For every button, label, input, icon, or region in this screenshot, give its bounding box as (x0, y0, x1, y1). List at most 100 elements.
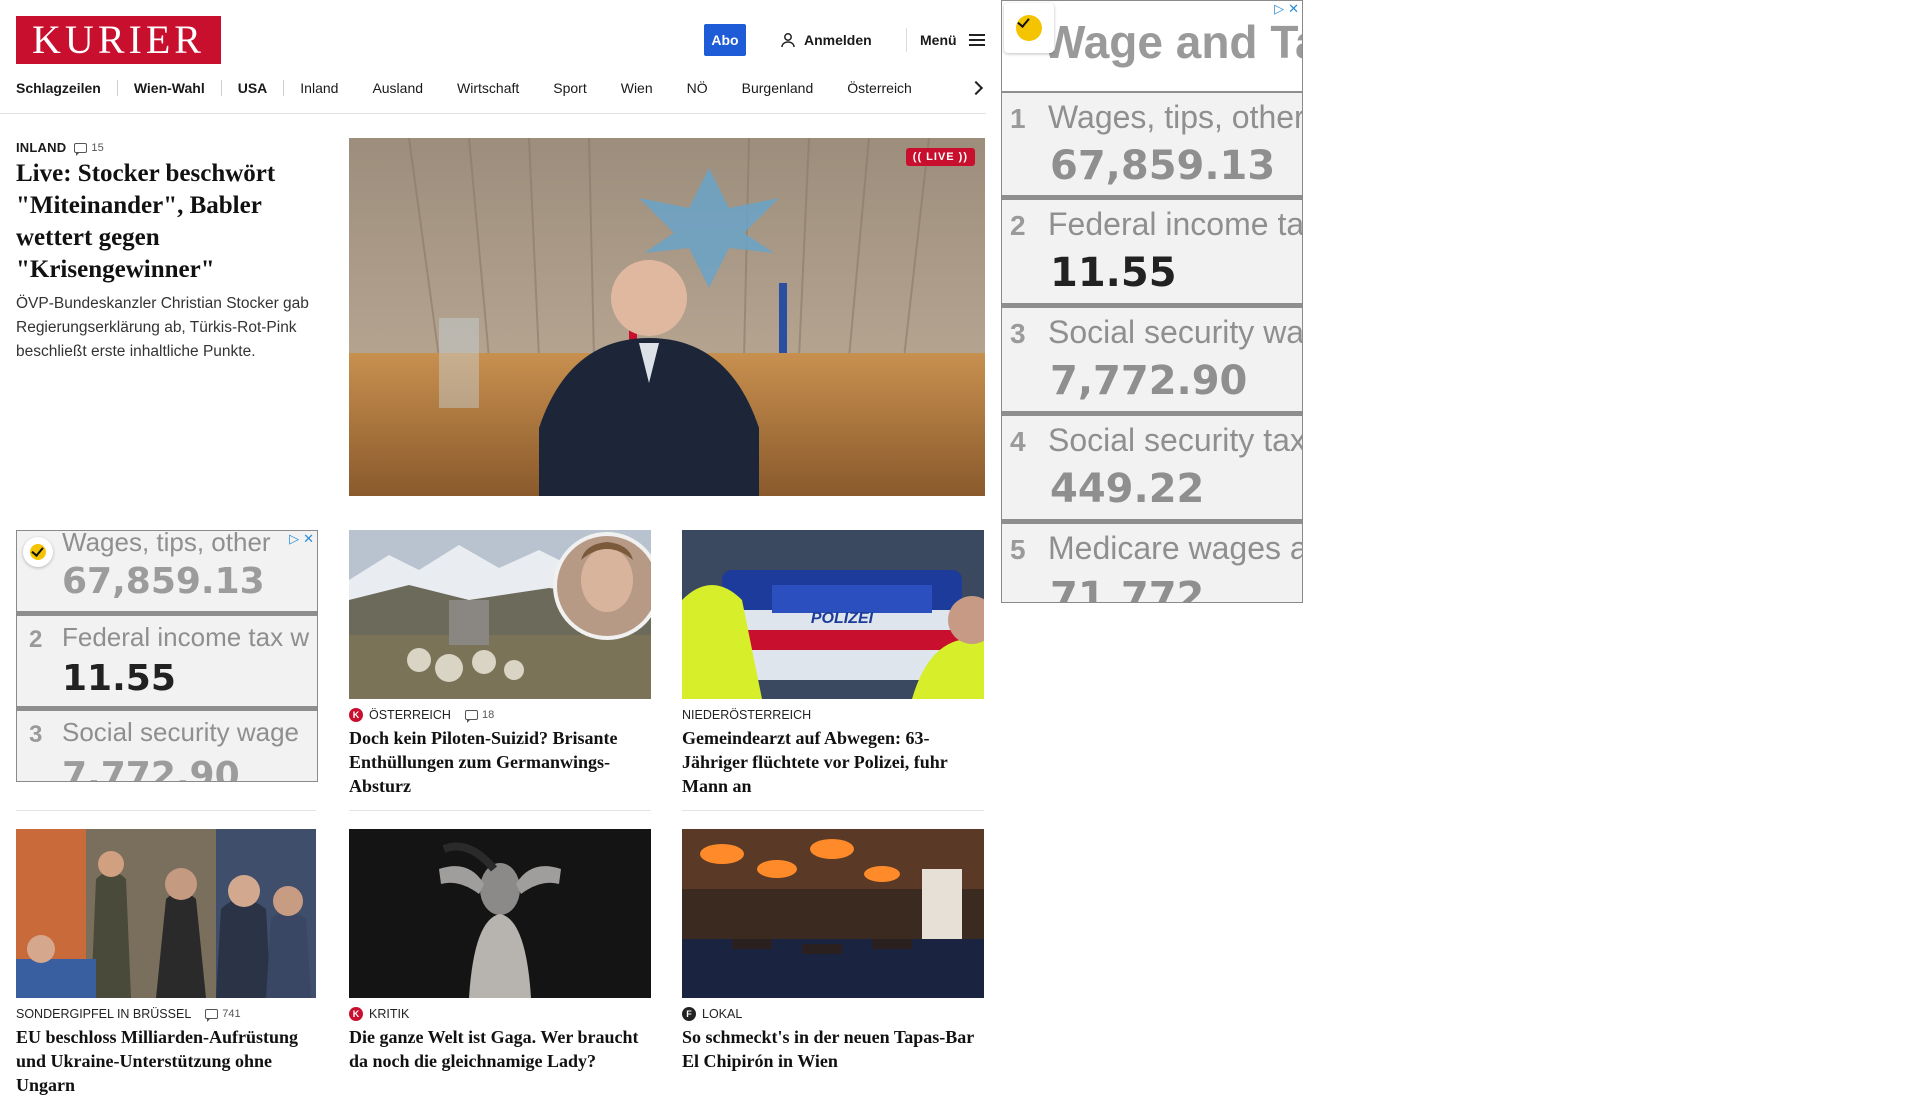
card-title[interactable]: Gemeindearzt auf Abwegen: 63-Jähriger fl… (682, 726, 984, 798)
kurier-plus-badge-icon: K (349, 1007, 363, 1021)
card-meta: K ÖSTERREICH 18 (349, 708, 494, 723)
menu-label: Menü (920, 32, 957, 48)
card-comment-count[interactable]: 741 (205, 1008, 241, 1022)
menu-button[interactable]: Menü (920, 28, 985, 52)
nav-item-inland[interactable]: Inland (300, 80, 338, 96)
nav-item-wien-wahl[interactable]: Wien-Wahl (134, 80, 205, 96)
ad-row: Wages, tips, other 67,859.13 (17, 531, 317, 616)
ad-row: 3 Social security wage 7,772.90 (17, 711, 317, 782)
ad-row: 4 Social security tax 449.22 (1002, 416, 1302, 524)
ad-row-number: 2 (29, 626, 43, 653)
ad-row-label: Federal income tax w (62, 622, 310, 652)
card-title[interactable]: So schmeckt's in der neuen Tapas-Bar El … (682, 1025, 984, 1073)
card-divider (349, 810, 651, 811)
ad-row-value: 449.22 (1050, 466, 1205, 512)
card-comment-count[interactable]: 18 (464, 709, 494, 723)
nav-item-burgenland[interactable]: Burgenland (742, 80, 814, 96)
card-image-art (349, 530, 651, 699)
card-divider (16, 810, 316, 811)
nav-scroll-right-button[interactable] (968, 78, 988, 98)
ad-row-label: Social security wage (62, 717, 299, 747)
ad-row-number: 4 (1010, 426, 1026, 457)
card-category[interactable]: ÖSTERREICH (369, 708, 451, 722)
ad-choices-play-icon[interactable]: ▷ (289, 532, 299, 545)
user-icon (781, 33, 795, 48)
police-car-lettering: POLIZEI (811, 610, 874, 627)
ad-row-number: 5 (1010, 534, 1026, 565)
ad-row-label: Medicare wages a (1048, 530, 1303, 566)
ad-row-number: 2 (1010, 210, 1026, 241)
ad-row-number: 3 (1010, 318, 1026, 349)
ad-row-value: 67,859.13 (1050, 143, 1276, 189)
ad-close-icon[interactable]: ✕ (1288, 2, 1299, 15)
header-divider (906, 28, 907, 52)
card-image-lady-gaga[interactable] (349, 829, 651, 998)
lead-comment-count[interactable]: 15 (74, 141, 104, 156)
kurier-logo[interactable]: KURIER (16, 16, 221, 64)
card-divider (682, 810, 984, 811)
live-badge: (( LIVE )) (905, 148, 975, 166)
ad-row-label: Wages, tips, other (62, 530, 271, 557)
card-image-art (349, 829, 651, 998)
nav-item-wirtschaft[interactable]: Wirtschaft (457, 80, 519, 96)
ad-row-label: Federal income tax (1048, 206, 1303, 242)
nav-item-oesterreich[interactable]: Österreich (847, 80, 912, 96)
abo-button[interactable]: Abo (704, 24, 746, 56)
ad-row: 5 Medicare wages a 71,772 (1002, 524, 1303, 603)
lokal-badge-icon: f (682, 1007, 696, 1021)
ad-row-number: 1 (1010, 103, 1026, 134)
lead-title[interactable]: Live: Stocker beschwört "Miteinander", B… (16, 158, 316, 286)
card-title[interactable]: Doch kein Piloten-Suizid? Brisante Enthü… (349, 726, 651, 798)
ad-heading: Wage and Tax (1042, 16, 1302, 68)
ad-checkmark-icon (1004, 3, 1054, 53)
nav-item-usa[interactable]: USA (238, 80, 268, 96)
nav-divider (283, 80, 285, 96)
card-category[interactable]: SONDERGIPFEL IN BRÜSSEL (16, 1007, 191, 1021)
ad-row-value: 7,772.90 (1050, 358, 1248, 404)
ad-row-value: 71,772 (1050, 574, 1205, 603)
ad-close-icon[interactable]: ✕ (303, 532, 314, 545)
nav-item-sport[interactable]: Sport (553, 80, 586, 96)
kurier-plus-badge-icon: K (349, 708, 363, 722)
ad-row-label: Social security tax (1048, 422, 1303, 458)
nav-item-schlagzeilen[interactable]: Schlagzeilen (16, 80, 101, 96)
ad-row-value: 11.55 (1050, 250, 1177, 296)
logo-text: KURIER (32, 17, 205, 62)
card-image-art (16, 829, 316, 998)
lead-category[interactable]: INLAND (16, 140, 66, 155)
card-category[interactable]: LOKAL (702, 1007, 742, 1021)
card-title[interactable]: EU beschloss Milliarden-Aufrüstung und U… (16, 1025, 316, 1097)
nav-item-ausland[interactable]: Ausland (372, 80, 423, 96)
lead-comments: 15 (91, 141, 104, 154)
ad-row: 2 Federal income tax w 11.55 (17, 616, 317, 711)
login-button[interactable]: Anmelden (780, 28, 872, 52)
card-category[interactable]: NIEDERÖSTERREICH (682, 708, 811, 722)
ad-banner-right[interactable]: Wage and Tax 1 Wages, tips, other 67,859… (1001, 0, 1303, 603)
nav-item-noe[interactable]: NÖ (687, 80, 708, 96)
card-image-eu-summit[interactable] (16, 829, 316, 998)
lead-meta: INLAND 15 (16, 140, 104, 156)
card-meta: SONDERGIPFEL IN BRÜSSEL 741 (16, 1007, 241, 1022)
nav-item-wien[interactable]: Wien (621, 80, 653, 96)
ad-checkmark-icon (23, 537, 53, 567)
lead-image-art (349, 138, 985, 496)
ad-choices-play-icon[interactable]: ▷ (1274, 2, 1284, 15)
card-title[interactable]: Die ganze Welt ist Gaga. Wer braucht da … (349, 1025, 651, 1073)
card-image-crash-site[interactable] (349, 530, 651, 699)
card-image-tapas-bar[interactable] (682, 829, 984, 998)
ad-choices: ▷ ✕ (289, 532, 314, 545)
ad-row-label: Wages, tips, other (1048, 99, 1303, 135)
ad-row-value: 11.55 (62, 658, 176, 699)
lead-image-parliament[interactable]: (( LIVE )) (349, 138, 985, 496)
ad-row: 1 Wages, tips, other 67,859.13 (1002, 93, 1302, 200)
card-meta: K KRITIK (349, 1007, 409, 1021)
ad-banner-small[interactable]: Wages, tips, other 67,859.13 2 Federal i… (16, 530, 318, 782)
ad-choices: ▷ ✕ (1274, 2, 1299, 15)
comment-icon (464, 710, 478, 723)
hamburger-icon (968, 34, 985, 46)
comment-icon (205, 1009, 219, 1022)
card-category[interactable]: KRITIK (369, 1007, 409, 1021)
ad-row-value: 7,772.90 (62, 755, 240, 782)
card-image-police[interactable]: POLIZEI (682, 530, 984, 699)
card-image-art (682, 829, 984, 998)
